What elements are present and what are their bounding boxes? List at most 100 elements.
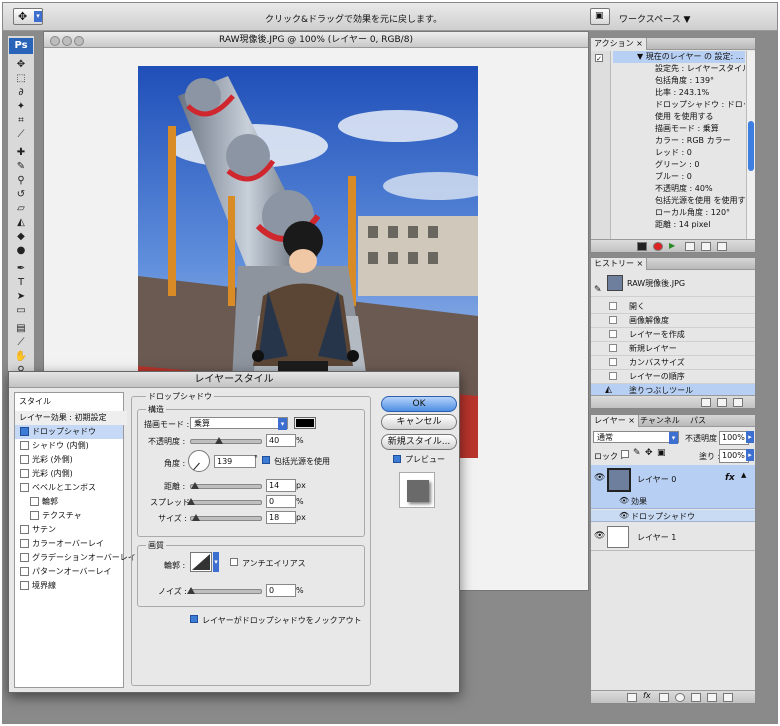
eye-visibility-icon[interactable]: 👁 [594,473,605,483]
checkbox-icon[interactable] [20,524,29,534]
layer-row[interactable]: 👁 レイヤー 1 [591,523,755,551]
path-selection-tool-icon[interactable]: ➤ [13,290,29,303]
crop-tool-icon[interactable]: ⌗ [13,114,29,127]
new-style-button[interactable]: 新規スタイル... [381,434,457,450]
snapshot-icon[interactable] [717,398,727,407]
history-state[interactable]: カンバスサイズ [591,356,755,370]
style-item-color-overlay[interactable]: カラーオーバーレイ [15,537,123,551]
checkbox-icon[interactable] [20,454,29,464]
lock-all-icon[interactable]: ▣ [657,448,666,458]
tab-layers[interactable]: レイヤー × [591,415,640,427]
size-input[interactable]: 18 [266,511,296,524]
angle-input[interactable]: 139 [214,455,256,468]
checkbox-icon[interactable] [30,496,39,506]
style-item-drop-shadow[interactable]: ドロップシャドウ [15,425,123,439]
blend-mode-dropdown[interactable]: 乗算 ▾ [190,417,288,430]
history-state[interactable]: 画像解像度 [591,314,755,328]
size-slider[interactable] [190,514,262,521]
lasso-tool-icon[interactable]: ∂ [13,86,29,99]
adjustment-layer-icon[interactable] [675,693,685,702]
spread-input[interactable]: 0 [266,495,296,508]
pen-tool-icon[interactable]: ✒ [13,262,29,275]
paint-bucket-tool-icon[interactable]: ◭ [13,216,29,229]
history-snapshot[interactable]: ✎ RAW現像後.JPG [591,272,755,297]
lock-pixels-icon[interactable]: ✎ [633,448,641,458]
eyedropper-tool-icon[interactable]: ⟋ [13,336,29,349]
layer-effect-row[interactable]: 👁 ドロップシャドウ [591,510,755,522]
history-state[interactable]: レイヤーを作成 [591,328,755,342]
marquee-tool-icon[interactable]: ⬚ [13,72,29,85]
preview-checkbox[interactable] [393,455,401,463]
global-light-checkbox[interactable] [262,456,270,464]
checkbox-icon[interactable] [20,538,29,548]
noise-slider-handle[interactable] [187,587,195,594]
tab-paths[interactable]: パス [687,415,709,427]
zoom-window-button[interactable] [74,36,84,46]
opacity-slider-arrow[interactable]: ▸ [746,431,754,443]
contour-picker[interactable] [190,552,212,572]
style-item-inner-shadow[interactable]: シャドウ (内側) [15,439,123,453]
tool-preset-picker[interactable]: ✥ ▾ [13,8,43,25]
stop-icon[interactable] [637,242,647,251]
layer-fill-input[interactable]: 100% [719,449,749,463]
noise-slider[interactable] [187,587,262,594]
action-step-selected[interactable]: ▼ 現在のレイヤー の 設定: ... [613,51,745,63]
style-item-gradient-overlay[interactable]: グラデーションオーバーレイ [15,551,136,565]
knockout-checkbox[interactable] [190,615,198,623]
blur-tool-icon[interactable]: ◆ [13,230,29,243]
stamp-tool-icon[interactable]: ⚲ [13,174,29,187]
magic-wand-tool-icon[interactable]: ✦ [13,100,29,113]
opacity-input[interactable]: 40 [266,434,296,447]
angle-dial[interactable] [188,450,210,472]
contour-dropdown-arrow[interactable]: ▾ [213,552,219,572]
trash-icon[interactable] [733,398,743,407]
style-item-pattern-overlay[interactable]: パターンオーバーレイ [15,565,123,579]
shadow-color-swatch[interactable] [294,417,316,429]
move-tool-icon[interactable]: ✥ [13,58,29,71]
noise-input[interactable]: 0 [266,584,296,597]
style-item-inner-glow[interactable]: 光彩 (内側) [15,467,123,481]
style-item-contour[interactable]: 輪郭 [15,495,133,509]
style-item-outer-glow[interactable]: 光彩 (外側) [15,453,123,467]
tab-history[interactable]: ヒストリー × [591,258,648,270]
styles-header[interactable]: スタイル [15,395,127,409]
new-layer-icon[interactable] [707,693,717,702]
tab-actions[interactable]: アクション × [591,38,647,50]
checkbox-icon[interactable] [20,580,29,590]
spread-slider[interactable] [187,498,262,505]
new-action-icon[interactable] [701,242,711,251]
style-item-texture[interactable]: テクスチャ [15,509,133,523]
checkbox-icon[interactable] [20,482,29,492]
tab-channels[interactable]: チャンネル [637,415,683,427]
shape-tool-icon[interactable]: ▭ [13,304,29,317]
record-icon[interactable] [653,242,663,251]
history-brush-tool-icon[interactable]: ↺ [13,188,29,201]
trash-icon[interactable] [723,693,733,702]
effect-eye-icon[interactable]: 👁 [619,511,629,520]
blend-options-item[interactable]: レイヤー効果 : 初期設定 [15,411,127,425]
type-tool-icon[interactable]: T [13,276,29,289]
add-style-icon[interactable]: fx [643,691,651,700]
checkbox-checked-icon[interactable] [20,426,29,436]
effects-eye-icon[interactable]: 👁 [619,496,629,505]
healing-brush-tool-icon[interactable]: ✚ [13,146,29,159]
opacity-slider[interactable] [190,437,262,444]
eye-visibility-icon[interactable]: 👁 [594,531,605,541]
checkbox-icon[interactable] [20,566,29,576]
checkbox-icon[interactable] [20,468,29,478]
workspace-menu[interactable]: ワークスペース ▼ [619,12,690,25]
fx-badge[interactable]: fx [725,473,735,483]
trash-icon[interactable] [717,242,727,251]
collapse-triangle-icon[interactable]: ▲ [741,471,746,479]
opacity-slider-handle[interactable] [215,437,223,444]
link-layers-icon[interactable] [627,693,637,702]
history-state[interactable]: 開く [591,300,755,314]
distance-slider[interactable] [190,482,262,489]
layer-row-selected[interactable]: 👁 レイヤー 0 fx ▲ 👁 効果 [591,465,755,509]
new-document-icon[interactable] [701,398,711,407]
history-brush-source-icon[interactable]: ✎ [594,278,602,302]
cancel-button[interactable]: キャンセル [381,414,457,430]
size-slider-handle[interactable] [192,514,201,521]
lock-transparency-icon[interactable] [621,450,629,458]
toggle-item-check[interactable]: ✓ [595,54,603,63]
